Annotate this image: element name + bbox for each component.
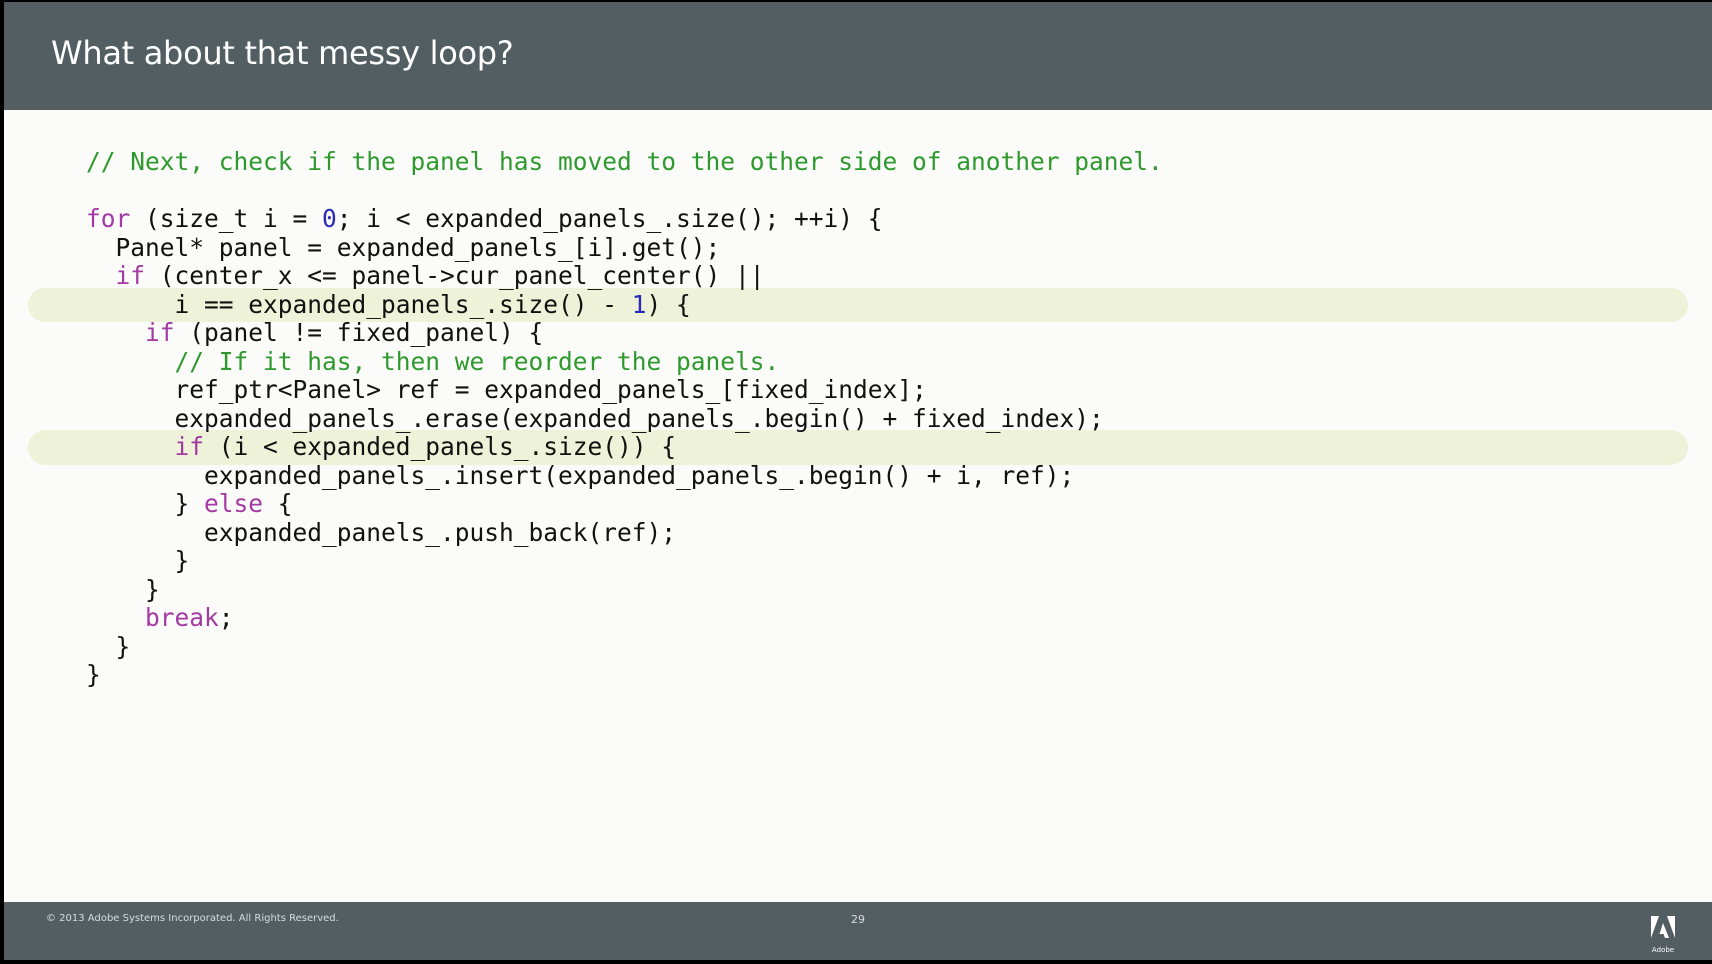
code-line: } [4, 546, 1712, 576]
code-line: Panel* panel = expanded_panels_[i].get()… [4, 232, 1712, 263]
adobe-logo: Adobe [1648, 914, 1678, 954]
code-blank-line [4, 177, 1712, 206]
code-line: } [4, 574, 1712, 605]
code-line: break; [4, 603, 1712, 633]
slide-header: What about that messy loop? [4, 2, 1712, 110]
code-line-text: if (i < expanded_panels_.size()) { [174, 432, 677, 461]
code-line-text: } [86, 660, 101, 689]
code-line-text: i == expanded_panels_.size() - 1) { [86, 289, 691, 319]
code-line: expanded_panels_.push_back(ref); [4, 517, 1712, 548]
code-line-text: ref_ptr<Panel> ref = expanded_panels_[fi… [86, 375, 927, 404]
logo-label: Adobe [1651, 946, 1675, 954]
code-line-text: } [86, 546, 190, 575]
code-line: i == expanded_panels_.size() - 1) { [4, 287, 1712, 322]
code-line: expanded_panels_.erase(expanded_panels_.… [4, 403, 1712, 434]
slide-title: What about that messy loop? [51, 34, 514, 72]
code-line-text: break; [145, 603, 234, 632]
code-line: ref_ptr<Panel> ref = expanded_panels_[fi… [4, 375, 1712, 405]
code-line-text: } [86, 574, 160, 604]
code-line-text: } [86, 631, 131, 661]
page-number: 29 [851, 913, 865, 926]
code-line: } else { [4, 489, 1712, 519]
code-line: if (panel != fixed_panel) { [4, 318, 1712, 348]
code-line-text: Panel* panel = expanded_panels_[i].get()… [86, 232, 721, 262]
code-line-text: expanded_panels_.push_back(ref); [86, 517, 677, 547]
code-line: if (center_x <= panel->cur_panel_center(… [4, 261, 1712, 291]
slide: What about that messy loop? // Next, che… [4, 2, 1712, 960]
code-block: // Next, check if the panel has moved to… [4, 147, 1712, 690]
code-line-text: if (center_x <= panel->cur_panel_center(… [115, 261, 765, 290]
code-line: // If it has, then we reorder the panels… [4, 346, 1712, 377]
code-line: } [4, 631, 1712, 662]
adobe-logo-icon [1651, 916, 1675, 938]
code-line: for (size_t i = 0; i < expanded_panels_.… [4, 204, 1712, 234]
code-line-text: expanded_panels_.insert(expanded_panels_… [86, 460, 1075, 490]
code-line: // Next, check if the panel has moved to… [4, 147, 1712, 177]
code-line-text: if (panel != fixed_panel) { [145, 318, 544, 347]
code-line-text: } else { [86, 489, 293, 518]
code-line-text: expanded_panels_.erase(expanded_panels_.… [86, 403, 1104, 433]
code-line: expanded_panels_.insert(expanded_panels_… [4, 460, 1712, 491]
code-line-text: // Next, check if the panel has moved to… [86, 147, 1163, 176]
code-line: if (i < expanded_panels_.size()) { [4, 430, 1712, 464]
code-line-text: // If it has, then we reorder the panels… [86, 346, 780, 376]
code-line-text: for (size_t i = 0; i < expanded_panels_.… [86, 204, 883, 233]
slide-footer: © 2013 Adobe Systems Incorporated. All R… [4, 902, 1712, 960]
code-line: } [4, 660, 1712, 690]
